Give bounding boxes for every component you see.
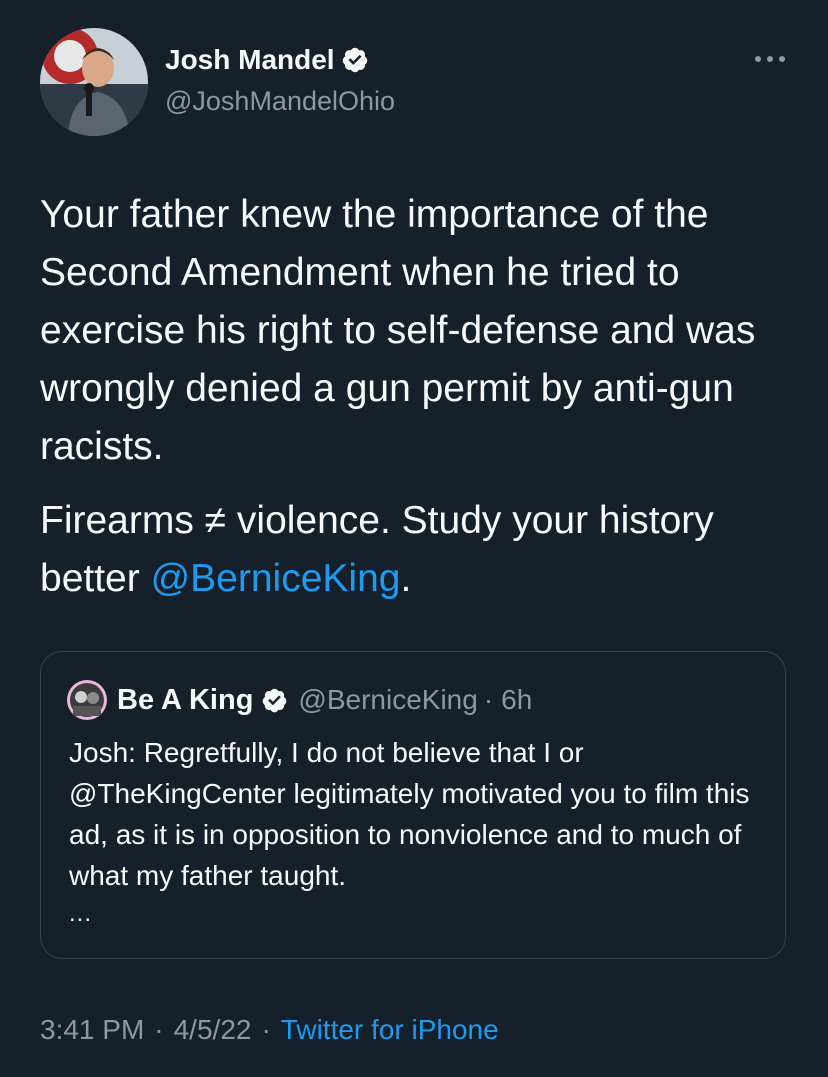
tweet-paragraph-1: Your father knew the importance of the S… <box>40 193 756 468</box>
author-name-row: Josh Mandel <box>165 43 369 77</box>
tweet-text: Your father knew the importance of the S… <box>40 186 800 608</box>
meta-separator-1: · <box>154 1014 164 1045</box>
quoted-tweet-truncation: ... <box>69 900 93 927</box>
more-options-icon[interactable] <box>750 44 790 74</box>
meta-separator-2: · <box>261 1014 271 1045</box>
quoted-author-avatar[interactable] <box>67 680 107 720</box>
tweet-time[interactable]: 3:41 PM <box>40 1010 144 1050</box>
quoted-tweet-header: Be A King @BerniceKing · 6h <box>67 680 532 720</box>
tweet-date[interactable]: 4/5/22 <box>174 1010 252 1050</box>
quoted-tweet-card[interactable]: Be A King @BerniceKing · 6h Josh: Regret… <box>40 651 786 959</box>
tweet-paragraph-2: Firearms ≠ violence. Study your history … <box>40 492 800 608</box>
quoted-avatar-photo-icon <box>67 680 107 720</box>
tweet-source-link[interactable]: Twitter for iPhone <box>281 1010 499 1050</box>
tweet-detail: Josh Mandel @JoshMandelOhio Your father … <box>0 0 828 1077</box>
quoted-author-name[interactable]: Be A King <box>117 684 253 717</box>
verified-badge-icon <box>342 47 367 73</box>
quoted-timestamp[interactable]: 6h <box>501 684 532 716</box>
tweet-paragraph-2-end: . <box>400 557 412 600</box>
author-handle[interactable]: @JoshMandelOhio <box>165 84 395 118</box>
author-avatar[interactable] <box>40 28 148 136</box>
mention-link[interactable]: @BerniceKing <box>151 557 401 600</box>
quoted-separator: · <box>483 684 494 715</box>
tweet-metadata: 3:41 PM · 4/5/22 · Twitter for iPhone <box>40 1010 499 1050</box>
quoted-verified-badge-icon <box>263 688 287 712</box>
avatar-photo-icon <box>40 28 148 136</box>
author-name[interactable]: Josh Mandel <box>165 43 335 77</box>
quoted-author-handle[interactable]: @BerniceKing <box>298 684 477 716</box>
quoted-tweet-text: Josh: Regretfully, I do not believe that… <box>69 737 750 891</box>
